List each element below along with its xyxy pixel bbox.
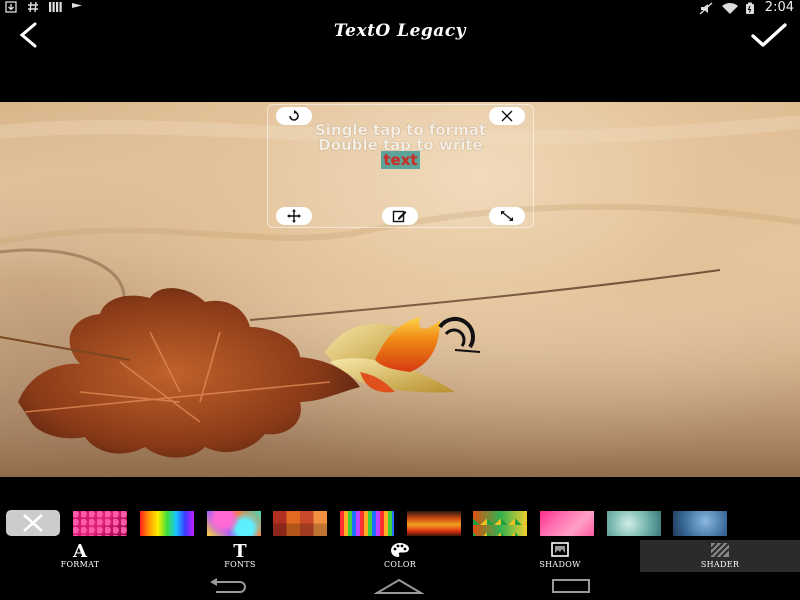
tab-label: SHADOW [539, 560, 581, 569]
editor-canvas[interactable]: Single tap to format Double tap to write… [0, 102, 800, 477]
tab-label: FORMAT [60, 560, 100, 569]
page-title: TextO Legacy [333, 21, 467, 41]
wifi-icon [721, 2, 738, 15]
svg-text:A: A [72, 541, 88, 559]
tab-color[interactable]: COLOR [320, 540, 480, 572]
letter-t-icon: T [233, 541, 247, 559]
swatch-tiles[interactable] [273, 511, 327, 536]
swatch-triangles[interactable] [473, 511, 527, 536]
text-box-content[interactable]: Single tap to format Double tap to write… [268, 123, 533, 169]
mute-icon [699, 1, 713, 15]
tab-format[interactable]: A FORMAT [0, 540, 160, 572]
text-line-3: text [381, 151, 420, 169]
system-nav-bar [0, 572, 800, 600]
clock: 2:04 [764, 0, 794, 15]
shader-stripes-icon [710, 542, 730, 558]
tab-label: FONTS [224, 560, 256, 569]
resize-icon[interactable] [489, 207, 525, 225]
flag-icon [70, 1, 84, 14]
swatch-rainbow[interactable] [140, 511, 194, 536]
swatch-glitter[interactable] [73, 511, 127, 536]
swatch-stripes[interactable] [340, 511, 394, 536]
app-bar: TextO Legacy [0, 16, 800, 102]
tab-shadow[interactable]: SHADOW [480, 540, 640, 572]
checkmark-icon[interactable] [750, 22, 788, 48]
svg-text:T: T [233, 541, 247, 559]
recents-nav-icon[interactable] [546, 576, 596, 596]
palette-icon [391, 543, 409, 557]
swatch-aqua-texture[interactable] [607, 511, 661, 536]
swatch-pink-mosaic[interactable] [540, 511, 594, 536]
tool-tabs: A FORMAT T FONTS COLOR SHADOW SHADER [0, 540, 800, 572]
swatch-warm-waves[interactable] [407, 511, 461, 536]
close-icon [23, 514, 43, 532]
tab-label: COLOR [383, 560, 417, 569]
tab-fonts[interactable]: T FONTS [160, 540, 320, 572]
home-nav-icon[interactable] [374, 576, 424, 596]
clear-shader-button[interactable] [6, 510, 60, 536]
tab-shader[interactable]: SHADER [640, 540, 800, 572]
swatch-swirl[interactable] [207, 511, 261, 536]
edit-icon[interactable] [382, 207, 418, 225]
download-icon [4, 1, 18, 14]
swatch-blue-texture[interactable] [673, 511, 727, 536]
shader-swatch-strip [0, 506, 800, 540]
battery-icon [743, 2, 757, 15]
move-icon[interactable] [276, 207, 312, 225]
status-bar: 2:04 [0, 0, 800, 16]
tab-label: SHADER [700, 560, 740, 569]
shadow-image-icon [551, 542, 569, 557]
bars-icon [48, 1, 62, 14]
hashtag-icon [26, 1, 40, 14]
text-box[interactable]: Single tap to format Double tap to write… [267, 104, 534, 228]
letter-a-icon: A [72, 541, 88, 559]
back-nav-icon[interactable] [204, 576, 254, 596]
